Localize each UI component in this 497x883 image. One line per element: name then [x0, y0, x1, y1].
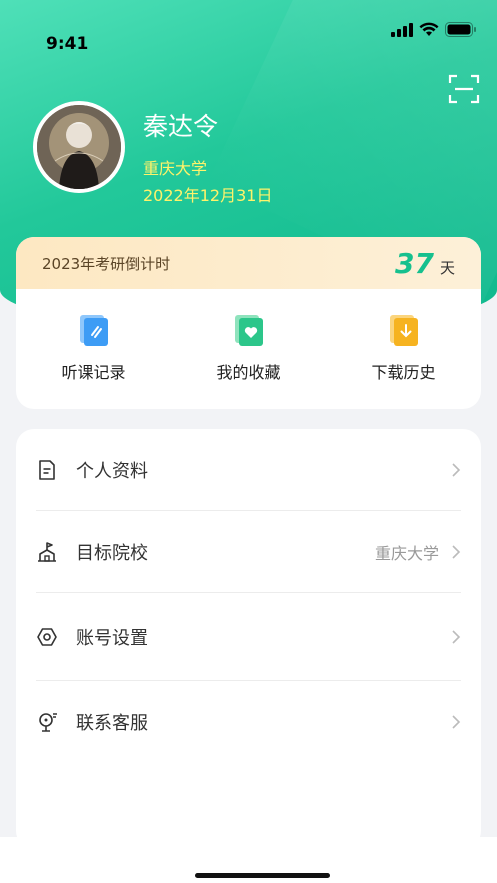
status-time: 9:41 [46, 34, 89, 54]
countdown-label: 2023年考研倒计时 [42, 254, 171, 273]
avatar-illustration [37, 105, 121, 189]
customer-service-icon [39, 713, 57, 732]
menu-item-label: 账号设置 [76, 627, 148, 649]
quick-action-label: 我的收藏 [216, 363, 281, 382]
status-icons [391, 22, 477, 37]
profile-date: 2022年12月31日 [143, 186, 273, 205]
menu-item-label: 联系客服 [76, 713, 148, 734]
countdown-unit: 天 [439, 258, 455, 277]
chevron-right-icon [452, 629, 461, 644]
quick-action-label: 下载历史 [371, 363, 436, 382]
profile-document-icon [39, 459, 55, 480]
menu-item-account-settings[interactable]: 账号设置 [36, 593, 461, 681]
lecture-record-icon [79, 315, 108, 346]
quick-action-download-history[interactable]: 下载历史 [344, 313, 464, 383]
menu-item-label: 目标院校 [76, 542, 148, 564]
quick-action-favorites[interactable]: 我的收藏 [189, 313, 309, 383]
battery-icon [445, 22, 476, 37]
wifi-icon [419, 22, 439, 36]
countdown-bar: 2023年考研倒计时 37 天 [16, 237, 481, 289]
countdown-days: 37 [395, 246, 434, 280]
countdown-card: 2023年考研倒计时 37 天 听课记录 我的收藏 下载历史 [16, 237, 481, 409]
favorites-icon [234, 315, 263, 346]
quick-actions: 听课记录 我的收藏 下载历史 [16, 289, 481, 383]
profile-school: 重庆大学 [143, 159, 208, 178]
profile-name: 秦达令 [143, 112, 219, 141]
status-bar: 9:41 [0, 0, 497, 60]
chevron-right-icon [452, 544, 461, 559]
download-history-icon [389, 315, 418, 346]
countdown-value: 37 天 [395, 247, 455, 280]
menu-item-target-school[interactable]: 目标院校 重庆大学 [36, 511, 461, 593]
home-indicator[interactable] [195, 873, 330, 878]
target-school-icon [38, 541, 56, 562]
menu-item-profile[interactable]: 个人资料 [36, 429, 461, 511]
cellular-signal-icon [391, 22, 413, 37]
chevron-right-icon [452, 462, 461, 477]
quick-action-label: 听课记录 [61, 363, 126, 382]
chevron-right-icon [452, 715, 461, 729]
scan-icon[interactable] [447, 72, 481, 106]
menu-card: 个人资料 目标院校 重庆大学 账号设置 联系客服 [16, 429, 481, 849]
settings-icon [37, 627, 57, 646]
menu-item-customer-service[interactable]: 联系客服 [36, 681, 461, 763]
menu-item-value: 重庆大学 [374, 543, 439, 563]
quick-action-lecture-record[interactable]: 听课记录 [34, 313, 154, 383]
menu-item-label: 个人资料 [76, 460, 148, 482]
avatar[interactable] [33, 101, 125, 193]
